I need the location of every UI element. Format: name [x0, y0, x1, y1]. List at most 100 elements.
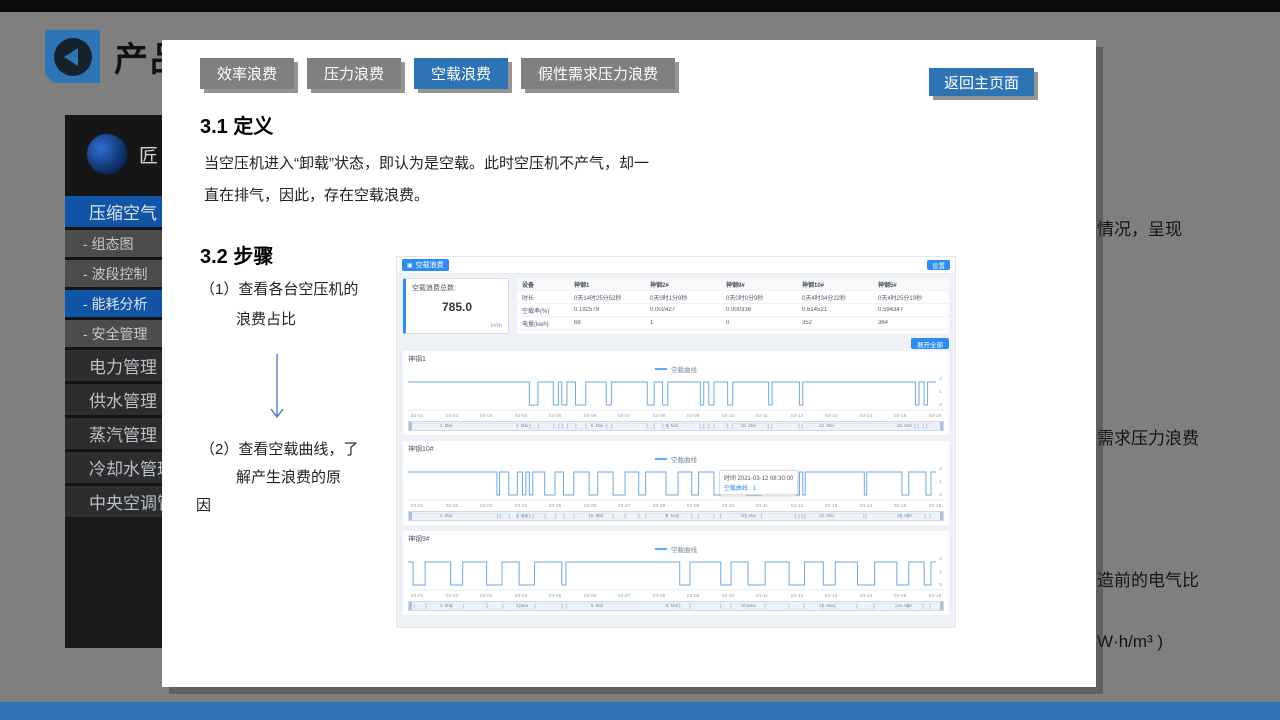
datazoom-label: 15. Mar [896, 603, 911, 608]
x-tick: 03-10 [722, 503, 735, 508]
datazoom-slider[interactable]: 1. Mar4. Mar6. Mar8. Mar10. Mar12. Mar15… [408, 421, 944, 431]
datazoom-label: 10. Mar [741, 423, 756, 428]
datazoom-labels: 1. Mar4. Mar6. Mar8. Mar10. Mar12. Mar15… [409, 512, 943, 520]
datazoom-label: 8. Mar [665, 513, 678, 518]
datazoom-slider[interactable]: 1. Mar4. Mar6. Mar8. Mar10. Mar12. Mar15… [408, 511, 944, 521]
chart-legend[interactable]: 空载曲线 [408, 454, 944, 464]
screen: 产品 匠 压缩空气- 组态图- 波段控制- 能耗分析- 安全管理电力管理供水管理… [0, 0, 1280, 720]
chart-title: 神钢9# [408, 534, 944, 544]
svg-text:2: 2 [939, 466, 942, 472]
legend-line-icon [655, 548, 667, 550]
device-table: 设备神钢1神钢2#神钢9#神钢10#神钢5#时长0天14时25分52秒0天0时1… [517, 278, 949, 334]
x-tick: 03-14 [859, 593, 872, 598]
svg-text:1: 1 [939, 479, 942, 485]
sidebar: 匠 压缩空气- 组态图- 波段控制- 能耗分析- 安全管理电力管理供水管理蒸汽管… [65, 115, 162, 648]
sidebar-item-2[interactable]: - 波段控制 [65, 257, 162, 287]
svg-text:0: 0 [939, 402, 942, 408]
sidebar-item-0[interactable]: 压缩空气 [65, 193, 162, 227]
datazoom-label: 6. Mar [590, 423, 603, 428]
sidebar-item-5[interactable]: 电力管理 [65, 347, 162, 381]
sidebar-item-3[interactable]: - 能耗分析 [65, 287, 162, 317]
datazoom-label: 1. Mar [440, 513, 453, 518]
sidebar-item-7[interactable]: 蒸汽管理 [65, 415, 162, 449]
x-axis-ticks: 03-0103-0203-0303-0403-0503-0603-0703-08… [408, 502, 944, 509]
idle-waste-total-card: 空载浪费总数: 785.0 kWh [403, 278, 509, 334]
summary-value: 785.0 [412, 300, 502, 314]
tab-3[interactable]: 假性需求压力浪费 [521, 58, 675, 89]
step2-line2: 解产生浪费的原 [236, 466, 341, 487]
datazoom-label: 8. Mar [665, 423, 678, 428]
background-text-fragment: 情况，呈现 [1097, 215, 1182, 240]
x-tick: 03-03 [480, 503, 493, 508]
datazoom-right-handle[interactable] [940, 422, 943, 430]
sidebar-item-4[interactable]: - 安全管理 [65, 317, 162, 347]
datazoom-slider[interactable]: 1. Mar4. Mar6. Mar8. Mar10. Mar12. Mar15… [408, 601, 944, 611]
cell-value: 0 [721, 320, 797, 326]
x-tick: 03-05 [549, 593, 562, 598]
legend-label: 空载曲线 [671, 364, 697, 374]
dashboard-body: 空载浪费总数: 785.0 kWh 设备神钢1神钢2#神钢9#神钢10#神钢5#… [397, 274, 955, 615]
chart-plot[interactable]: 210 [408, 554, 944, 592]
tab-1[interactable]: 压力浪费 [307, 58, 401, 89]
datazoom-label: 10. Mar [741, 513, 756, 518]
sidebar-item-1[interactable]: - 组态图 [65, 227, 162, 257]
cell-value: 364 [873, 320, 949, 326]
chart-plot[interactable]: 210时间 2021-03-12 08:30:00空载曲线 : 1 [408, 464, 944, 502]
dashboard-screenshot: ▣ 空载浪费 设置 空载浪费总数: 785.0 kWh 设备神钢1神钢2#神钢9… [396, 256, 956, 628]
table-row: 电量(kwh)6810352364 [517, 317, 949, 330]
datazoom-left-handle[interactable] [409, 512, 412, 520]
x-tick: 03-02 [445, 413, 458, 418]
chart-plot[interactable]: 210 [408, 374, 944, 412]
datazoom-left-handle[interactable] [409, 422, 412, 430]
slide-panel: 效率浪费压力浪费空载浪费假性需求压力浪费 返回主页面 3.1 定义 当空压机进入… [162, 40, 1096, 687]
datazoom-label: 12. Mar [819, 423, 834, 428]
bottom-bar [0, 702, 1280, 720]
x-tick: 03-15 [894, 413, 907, 418]
datazoom-right-handle[interactable] [940, 602, 943, 610]
x-tick: 03-03 [480, 413, 493, 418]
tab-0[interactable]: 效率浪费 [200, 58, 294, 89]
datazoom-right-handle[interactable] [940, 512, 943, 520]
summary-unit: kWh [491, 323, 502, 329]
datazoom-label: 15. Mar [896, 513, 911, 518]
datazoom-label: 8. Mar [665, 603, 678, 608]
x-tick: 03-01 [411, 413, 424, 418]
chart-legend[interactable]: 空载曲线 [408, 544, 944, 554]
sidebar-item-8[interactable]: 冷却水管理 [65, 449, 162, 483]
x-tick: 03-03 [480, 593, 493, 598]
x-tick: 03-11 [756, 413, 768, 418]
definition-heading: 3.1 定义 [200, 110, 273, 139]
row-label: 电量(kwh) [517, 319, 569, 328]
sidebar-item-6[interactable]: 供水管理 [65, 381, 162, 415]
datazoom-label: 6. Mar [590, 603, 603, 608]
cell-value: 0天4时25分19秒 [873, 293, 949, 302]
x-tick: 03-07 [618, 413, 631, 418]
svg-text:0: 0 [939, 582, 942, 588]
x-tick: 03-01 [411, 503, 424, 508]
svg-text:2: 2 [939, 556, 942, 562]
sidebar-item-9[interactable]: 中央空调管理 [65, 483, 162, 517]
datazoom-left-handle[interactable] [409, 602, 412, 610]
cell-value: 1 [645, 320, 721, 326]
definition-body-line1: 当空压机进入“卸载”状态，即认为是空载。此时空压机不产气，却一 [204, 152, 649, 173]
expand-all-button[interactable]: 展开全部 [911, 338, 949, 349]
x-tick: 03-06 [583, 503, 596, 508]
back-icon[interactable] [45, 30, 100, 83]
chart-title: 神钢10# [408, 444, 944, 454]
table-row: 空载率(%)0.1925780.0024270.0003360.6145210.… [517, 304, 949, 317]
chart-tooltip: 时间 2021-03-12 08:30:00空载曲线 : 1 [719, 470, 798, 495]
background-text-fragment: W·h/m³ ) [1097, 632, 1163, 652]
tab-2[interactable]: 空载浪费 [414, 58, 508, 89]
return-home-button[interactable]: 返回主页面 [929, 68, 1034, 96]
background-text-fragment: 造前的电气比 [1097, 566, 1199, 591]
settings-button[interactable]: 设置 [927, 260, 950, 270]
x-tick: 03-16 [929, 593, 942, 598]
x-tick: 03-05 [549, 503, 562, 508]
x-tick: 03-04 [514, 413, 527, 418]
table-row: 时长0天14时25分52秒0天0时1分9秒0天0时0分9秒0天4时34分22秒0… [517, 291, 949, 304]
x-tick: 03-07 [618, 593, 631, 598]
x-tick: 03-10 [722, 593, 735, 598]
x-tick: 03-12 [790, 593, 803, 598]
datazoom-label: 6. Mar [590, 513, 603, 518]
chart-legend[interactable]: 空载曲线 [408, 364, 944, 374]
